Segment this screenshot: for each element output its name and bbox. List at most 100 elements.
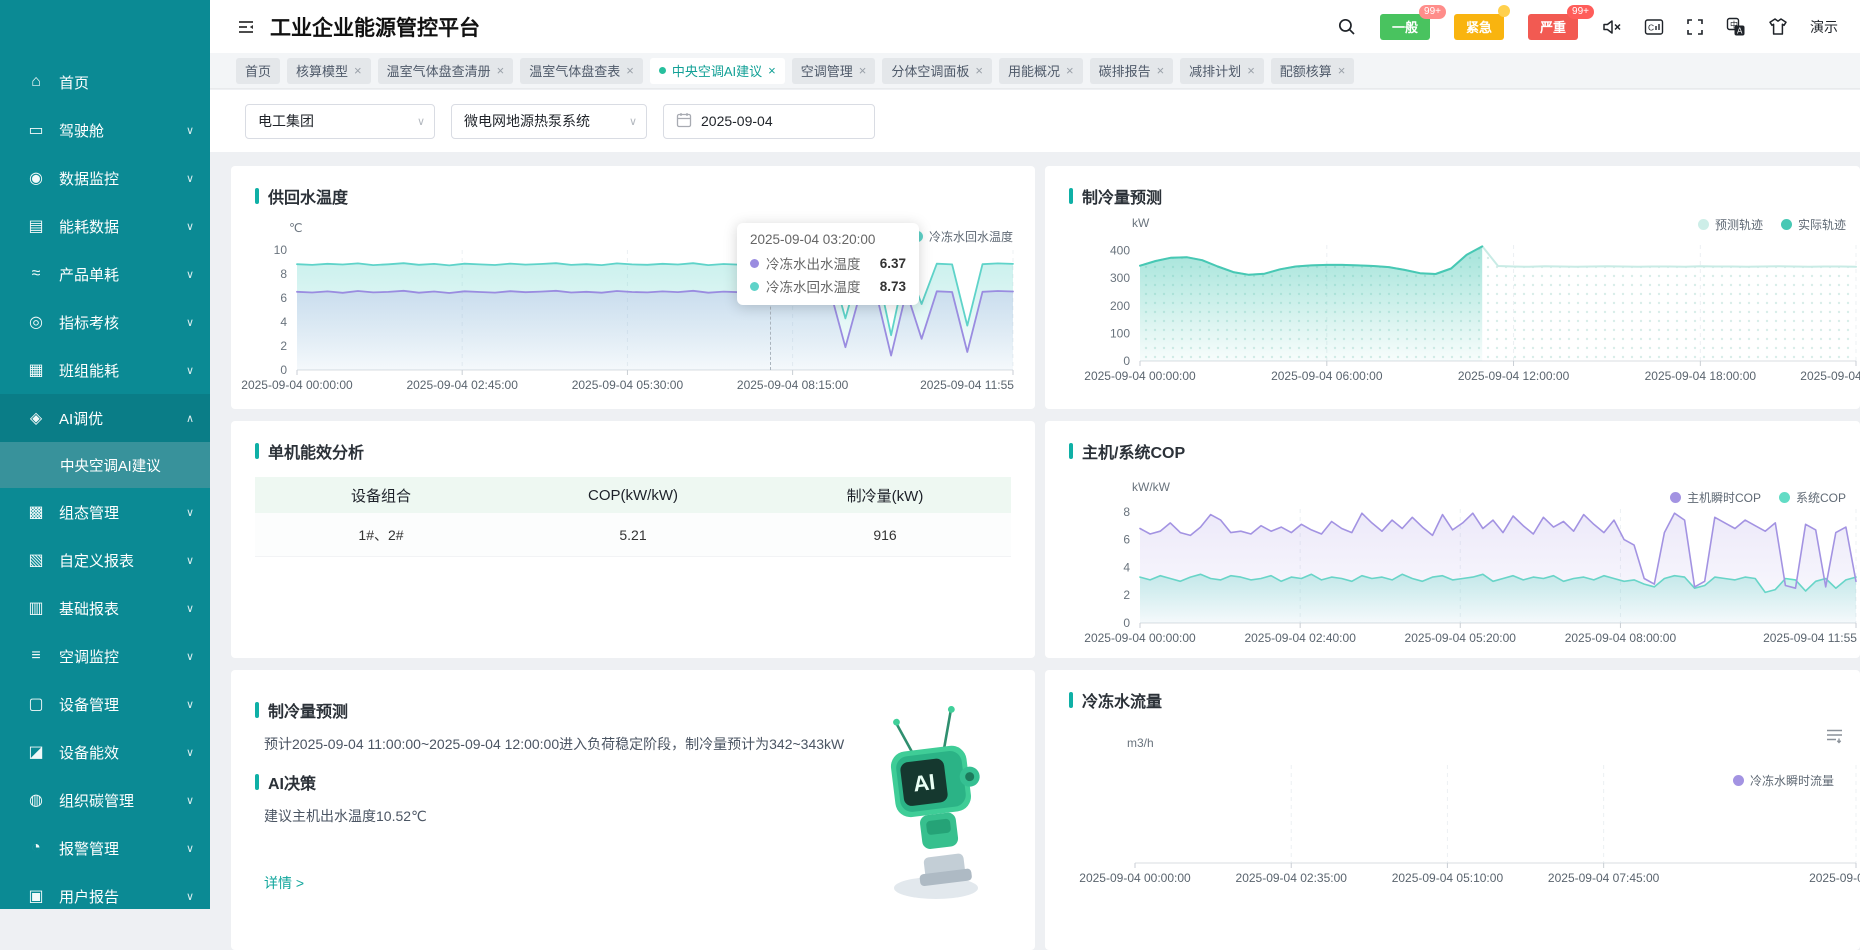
alarm-buttons: 一般 99+ 紧急 严重 99+ — [1380, 14, 1578, 40]
legend-label: 预测轨迹 — [1715, 216, 1763, 233]
sidebar-item[interactable]: ◉ 数据监控 ∨ — [0, 154, 210, 202]
tab[interactable]: 用能概况 × — [999, 58, 1083, 84]
chilled-water-flow-chart[interactable]: 2025-09-04 00:00:002025-09-04 02:35:0020… — [1045, 670, 1860, 950]
sidebar-item[interactable]: ▢ 设备管理 ∨ — [0, 680, 210, 728]
search-icon[interactable] — [1337, 17, 1356, 36]
legend-dot — [1670, 492, 1681, 503]
forecast-title: 制冷量预测 — [255, 698, 348, 722]
tab-label: 用能概况 — [1008, 61, 1060, 80]
sidebar-item[interactable]: ▣ 用户报告 ∨ — [0, 872, 210, 920]
legend-item[interactable]: 实际轨迹 — [1781, 216, 1846, 233]
alarm-level-button[interactable]: 紧急 — [1454, 14, 1504, 40]
tab-close-icon[interactable]: × — [354, 63, 362, 78]
legend-item[interactable]: 主机瞬时COP — [1670, 489, 1761, 506]
svg-text:AI: AI — [912, 769, 937, 796]
table-cell-cooling: 916 — [759, 527, 1011, 543]
chevron-down-icon: ∨ — [629, 115, 637, 128]
alarm-level-button[interactable]: 一般 99+ — [1380, 14, 1430, 40]
sidebar-item[interactable]: ≈ 产品单耗 ∨ — [0, 250, 210, 298]
cooling-forecast-chart[interactable]: 01002003004002025-09-04 00:00:002025-09-… — [1045, 166, 1860, 409]
sidebar-item-label: 指标考核 — [59, 312, 119, 333]
tab-close-icon[interactable]: × — [1247, 63, 1255, 78]
sidebar-item[interactable]: ◈ AI调优 ∧ — [0, 394, 210, 442]
user-demo-label[interactable]: 演示 — [1810, 17, 1838, 37]
sidebar-item[interactable]: 中央空调AI建议 — [0, 442, 210, 488]
theme-shirt-icon[interactable] — [1768, 17, 1788, 36]
chevron-icon: ∨ — [186, 316, 194, 329]
table-header-row: 设备组合 COP(kW/kW) 制冷量(kW) — [255, 477, 1011, 513]
chevron-icon: ∧ — [186, 412, 194, 425]
legend-item[interactable]: 冷冻水瞬时流量 — [1733, 772, 1834, 789]
alarm-level-button[interactable]: 严重 99+ — [1528, 14, 1578, 40]
sidebar-item[interactable]: ◍ 组织碳管理 ∨ — [0, 776, 210, 824]
tab[interactable]: 温室气体盘查表 × — [520, 58, 643, 84]
tab-close-icon[interactable]: × — [1157, 63, 1165, 78]
tab[interactable]: 碳排报告 × — [1090, 58, 1174, 84]
fullscreen-icon[interactable] — [1686, 18, 1704, 36]
sidebar-item[interactable]: ◪ 设备能效 ∨ — [0, 728, 210, 776]
sidebar-item[interactable]: ▦ 班组能耗 ∨ — [0, 346, 210, 394]
tab[interactable]: 分体空调面板 × — [882, 58, 992, 84]
tab-close-icon[interactable]: × — [497, 63, 505, 78]
svg-text:4: 4 — [280, 315, 287, 329]
sidebar-item[interactable]: ⌂ 首页 — [0, 58, 210, 106]
tab[interactable]: 配额核算 × — [1271, 58, 1355, 84]
tab-close-icon[interactable]: × — [1066, 63, 1074, 78]
table-header: 制冷量(kW) — [759, 485, 1011, 506]
tab-label: 碳排报告 — [1099, 61, 1151, 80]
tab[interactable]: 空调管理 × — [792, 58, 876, 84]
translate-icon[interactable]: 中A — [1726, 17, 1746, 37]
mute-icon[interactable] — [1602, 18, 1622, 36]
svg-text:300: 300 — [1110, 271, 1130, 285]
legend-item[interactable]: 系统COP — [1779, 489, 1846, 506]
tab[interactable]: 中央空调AI建议 × — [650, 58, 785, 84]
sidebar-item[interactable]: ▧ 自定义报表 ∨ — [0, 536, 210, 584]
app-title: 工业企业能源管控平台 — [270, 12, 480, 42]
tab[interactable]: 温室气体盘查清册 × — [378, 58, 514, 84]
table-row[interactable]: 1#、2# 5.21 916 — [255, 513, 1011, 557]
tab[interactable]: 核算模型 × — [287, 58, 371, 84]
sidebar-item[interactable]: ◎ 指标考核 ∨ — [0, 298, 210, 346]
title-bar-accent — [255, 443, 259, 459]
chevron-icon: ∨ — [186, 506, 194, 519]
legend-dot — [1781, 219, 1792, 230]
tab-close-icon[interactable]: × — [626, 63, 634, 78]
panel-ai-advice: 制冷量预测 预计2025-09-04 11:00:00~2025-09-04 1… — [231, 670, 1035, 950]
tab[interactable]: 减排计划 × — [1180, 58, 1264, 84]
menu-fold-icon[interactable] — [236, 17, 256, 37]
tab-close-icon[interactable]: × — [975, 63, 983, 78]
chevron-icon: ∨ — [186, 124, 194, 137]
chevron-icon: ∨ — [186, 746, 194, 759]
legend-item[interactable]: 冷冻水回水温度 — [912, 228, 1013, 245]
tab[interactable]: 首页 — [236, 58, 280, 84]
sidebar-item-icon: ◔ — [26, 839, 46, 857]
tab-close-icon[interactable]: × — [768, 63, 776, 78]
chart-toolbox-icon[interactable] — [1826, 728, 1843, 749]
system-select[interactable]: 微电网地源热泵系统 ∨ — [451, 104, 647, 139]
sidebar-item[interactable]: ▭ 驾驶舱 ∨ — [0, 106, 210, 154]
sidebar-item[interactable]: ◔ 报警管理 ∨ — [0, 824, 210, 872]
sidebar-item[interactable]: ≡ 空调监控 ∨ — [0, 632, 210, 680]
svg-text:2025-09-04 02:40:00: 2025-09-04 02:40:00 — [1244, 631, 1356, 645]
sidebar-item-label: AI调优 — [59, 408, 103, 429]
tab-close-icon[interactable]: × — [859, 63, 867, 78]
sidebar-item[interactable]: ▥ 基础报表 ∨ — [0, 584, 210, 632]
date-picker[interactable]: 2025-09-04 — [663, 104, 875, 139]
tooltip-series-dot — [750, 282, 759, 291]
legend-item[interactable]: 预测轨迹 — [1698, 216, 1763, 233]
sidebar-item[interactable]: ▩ 组态管理 ∨ — [0, 488, 210, 536]
sidebar-item[interactable]: ▤ 能耗数据 ∨ — [0, 202, 210, 250]
ai-robot-illustration: AI — [877, 706, 995, 911]
svg-text:2025-09-04 08:00:00: 2025-09-04 08:00:00 — [1565, 631, 1677, 645]
sidebar-item-icon: ▢ — [26, 694, 46, 714]
chevron-icon: ∨ — [186, 842, 194, 855]
sidebar-item-icon: ▦ — [26, 360, 46, 380]
svg-text:2025-09-04 05:30:00: 2025-09-04 05:30:00 — [572, 378, 684, 392]
title-bar-accent — [255, 188, 259, 204]
detail-link[interactable]: 详情 > — [264, 873, 304, 893]
company-select[interactable]: 电工集团 ∨ — [245, 104, 435, 139]
legend-label: 系统COP — [1796, 489, 1846, 506]
panel-title: 单机能效分析 — [255, 439, 364, 463]
exchange-rate-icon[interactable]: C — [1644, 18, 1664, 36]
tab-close-icon[interactable]: × — [1338, 63, 1346, 78]
